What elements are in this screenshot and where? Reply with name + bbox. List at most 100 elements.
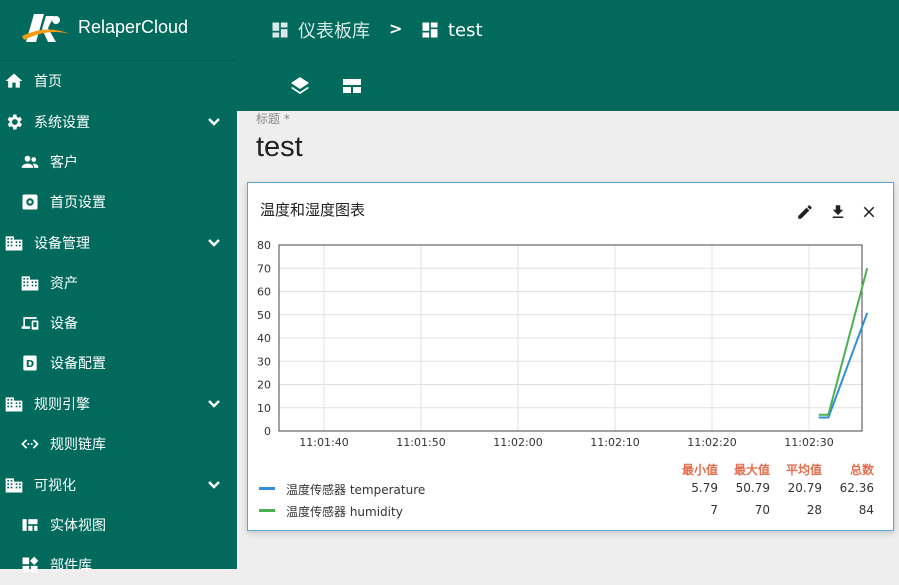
layers-icon[interactable] [288,74,312,98]
chevron-down-icon [208,400,220,408]
sidebar-item-label: 规则引擎 [34,397,90,413]
widget-title: 温度和湿度图表 [260,201,366,219]
sidebar-item-label: 首页 [34,74,62,90]
breadcrumb-current-label: test [448,19,483,41]
dashboard-title-input[interactable]: test [256,131,303,164]
y-tick-label: 30 [257,355,271,368]
series-line [818,312,869,419]
sidebar-item-label: 设备配置 [50,356,106,372]
sidebar-item-devices[interactable]: 设备 [0,303,237,343]
layout-icon[interactable] [340,74,364,98]
legend-avg: 28 [806,503,822,517]
legend-header-max: 最大值 [733,463,770,477]
chevron-down-icon [208,481,220,489]
sidebar: RelaperCloud 首页 系统设置 客户 首页设置 设备管理 资产 设备 … [0,0,237,574]
sidebar-item-device-profiles[interactable]: D 设备配置 [0,343,237,383]
code-icon [21,439,39,449]
building-icon [5,236,23,251]
legend-header-total: 总数 [849,463,874,477]
svg-text:D: D [26,359,34,370]
x-tick-label: 11:02:20 [687,436,736,449]
users-icon [21,155,39,168]
legend-total: 84 [858,503,874,517]
sidebar-item-assets[interactable]: 资产 [0,263,237,303]
legend-min: 7 [710,503,718,517]
legend-header-avg: 平均值 [785,463,822,477]
legend-series-name: 温度传感器 temperature [286,483,426,497]
sidebar-item-rule-engine[interactable]: 规则引擎 [0,384,237,424]
chevron-down-icon [208,239,220,247]
widgets-icon [22,556,39,573]
building-icon [5,478,23,493]
legend-min: 5.79 [691,481,718,495]
y-tick-label: 80 [257,239,271,252]
logo[interactable]: RelaperCloud [0,0,237,60]
x-tick-label: 11:02:30 [784,436,833,449]
devices-icon [21,317,39,330]
gear-icon [7,114,23,130]
download-icon[interactable] [829,203,847,221]
legend-total: 62.36 [839,481,874,495]
chart-widget[interactable]: 温度和湿度图表 0 10 20 30 40 50 60 70 80 11:01:40 11:01:5… [247,182,894,531]
y-tick-label: 50 [257,309,271,322]
logo-mark-icon [22,14,70,42]
legend-max: 50.79 [735,481,770,495]
sidebar-item-home[interactable]: 首页 [0,61,237,101]
series-line [818,267,869,416]
sidebar-item-widgets-library[interactable]: 部件库 [0,545,237,585]
sidebar-item-entity-views[interactable]: 实体视图 [0,505,237,545]
legend-row[interactable]: 温度传感器 humidity 7 70 28 84 [256,501,884,521]
sidebar-item-label: 设备管理 [34,236,90,252]
sidebar-item-label: 客户 [50,155,78,171]
breadcrumb-parent-label: 仪表板库 [298,21,370,42]
sidebar-item-label: 资产 [50,276,78,292]
title-field-label: 标题 * [256,112,290,126]
legend-swatch [259,487,275,490]
y-tick-label: 10 [257,402,271,415]
home-icon [5,73,23,88]
sidebar-item-home-settings[interactable]: 首页设置 [0,182,237,222]
breadcrumb-separator: > [389,19,403,38]
y-tick-label: 70 [257,262,271,275]
sidebar-item-rule-chains[interactable]: 规则链库 [0,424,237,464]
sidebar-item-visualization[interactable]: 可视化 [0,465,237,505]
dashboard-icon [422,22,438,38]
close-icon[interactable] [860,203,878,221]
legend-row[interactable]: 温度传感器 temperature 5.79 50.79 20.79 62.36 [256,479,884,499]
legend-avg: 20.79 [787,481,822,495]
building-icon [5,397,23,412]
sidebar-item-label: 首页设置 [50,195,106,211]
y-tick-label: 60 [257,286,271,299]
sidebar-item-label: 系统设置 [34,115,90,131]
sidebar-item-label: 实体视图 [50,518,106,534]
settings-box-icon [22,194,38,210]
sidebar-item-label: 可视化 [34,478,76,494]
legend-swatch [259,509,275,512]
sidebar-item-label: 设备 [50,316,78,332]
y-tick-label: 40 [257,332,271,345]
breadcrumb-parent[interactable]: 仪表板库 [270,18,370,42]
x-tick-label: 11:02:00 [493,436,542,449]
view-quilt-icon [22,519,38,531]
y-tick-label: 20 [257,379,271,392]
y-tick-label: 0 [264,425,271,438]
sidebar-item-device-management[interactable]: 设备管理 [0,223,237,263]
x-tick-label: 11:01:40 [299,436,348,449]
chevron-down-icon [208,118,220,126]
edit-icon[interactable] [796,203,814,221]
domain-icon [21,276,39,291]
legend-series-name: 温度传感器 humidity [286,505,403,519]
breadcrumb-current: test [420,18,483,42]
device-profile-icon: D [23,355,37,371]
brand-name: RelaperCloud [78,17,189,37]
x-tick-label: 11:01:50 [396,436,445,449]
sidebar-item-label: 部件库 [50,558,92,574]
dashboard-icon [272,22,288,38]
sidebar-item-label: 规则链库 [50,437,106,453]
sidebar-item-system-settings[interactable]: 系统设置 [0,102,237,142]
top-bar: 仪表板库 > test [237,0,899,111]
x-tick-label: 11:02:10 [590,436,639,449]
line-chart: 0 10 20 30 40 50 60 70 80 11:01:40 11:01:50 11:02:0… [257,239,869,449]
sidebar-item-customers[interactable]: 客户 [0,142,237,182]
legend-max: 70 [754,503,770,517]
